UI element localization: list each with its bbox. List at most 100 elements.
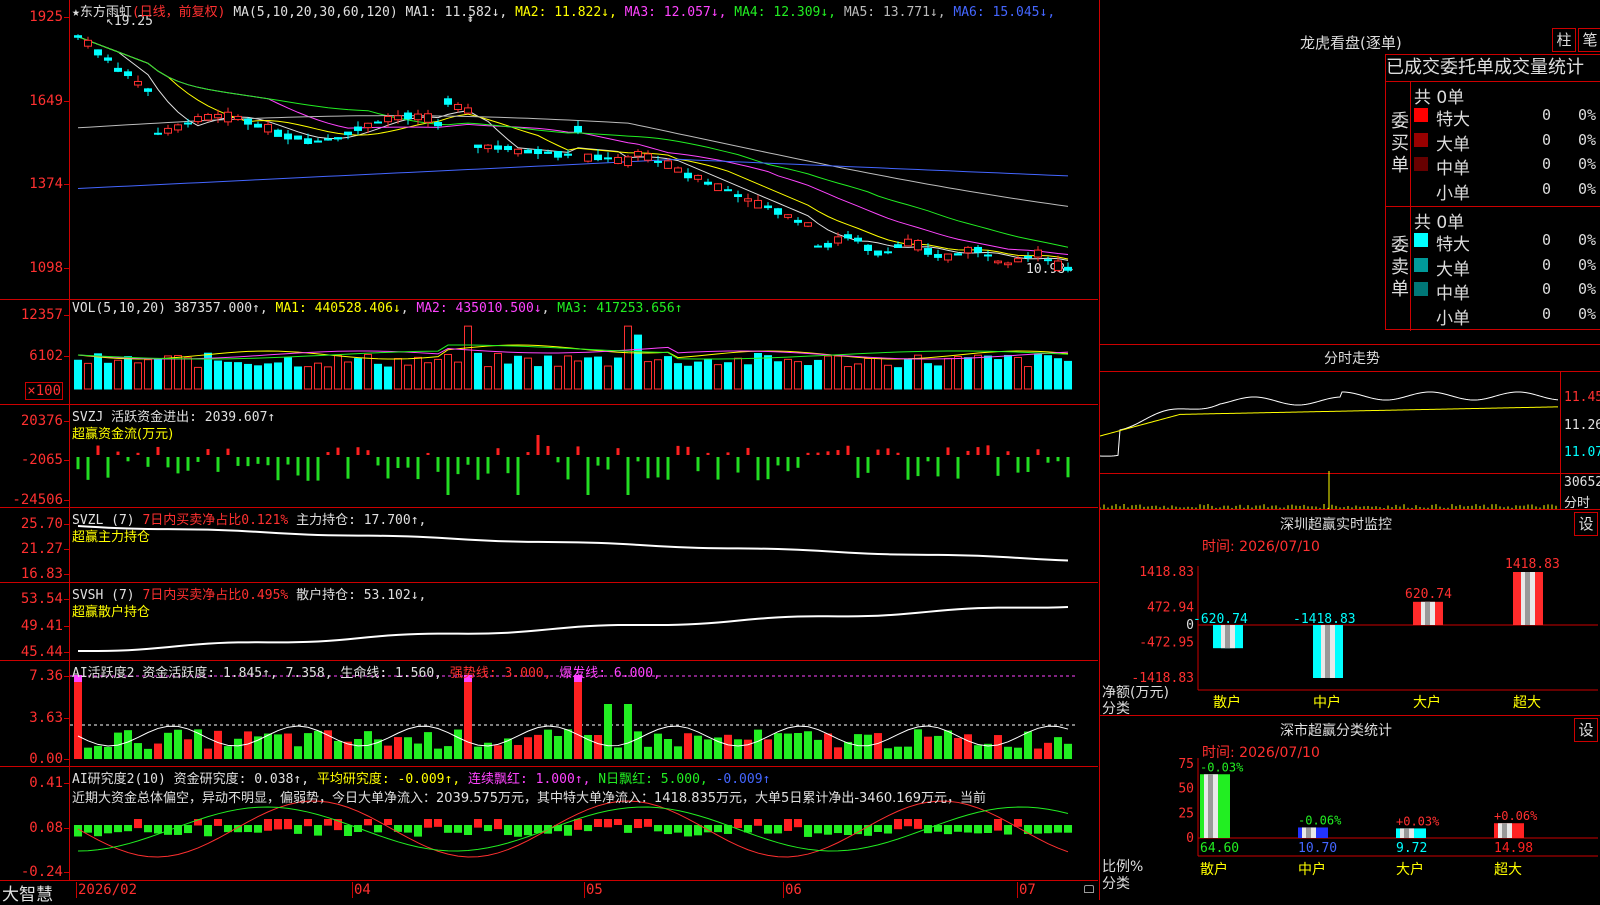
ai-research-pane[interactable]: 0.41 0.08 -0.24 AI研究度2(10) 资金研究度: 0.038↑…	[0, 767, 1098, 881]
buy-row: 小单 0 0%	[1410, 178, 1600, 204]
volume-bar	[994, 359, 1002, 390]
ai-active-ytick: 3.63	[29, 710, 69, 726]
classify-value-label: 9.72	[1396, 841, 1427, 856]
sell-count: 0	[1542, 304, 1552, 323]
candle	[104, 57, 112, 61]
volume-y-axis: 12357 6102 ×100	[0, 300, 70, 404]
classify-panel[interactable]: 深市超赢分类统计 设 时间: 2026/07/10 比例% 分类 75 50 25 0…	[1099, 716, 1600, 900]
candle	[1024, 255, 1032, 259]
classify-value-label: 10.70	[1298, 841, 1337, 856]
research-bar	[324, 819, 332, 826]
volume-bar	[634, 334, 642, 390]
classify-chart[interactable]: 75 50 25 0 -0.03% 64.60 散户 -0.06% 10.70 中户 +0.03% 9…	[1100, 716, 1600, 900]
candle	[154, 132, 162, 135]
sell-count: 0	[1542, 231, 1552, 249]
volume-bar	[594, 356, 602, 390]
fund-flow-bar	[426, 452, 430, 455]
stock-title[interactable]: ★东方雨虹	[72, 5, 132, 20]
volume-bar	[964, 357, 972, 390]
vol-ma3: MA3: 417253.656↑	[557, 301, 683, 316]
classify-change-label: -0.06%	[1298, 813, 1342, 827]
candle	[464, 107, 472, 114]
candle	[834, 236, 842, 244]
monitor-bar-label: -620.74	[1193, 612, 1248, 627]
fund-flow-bar	[906, 457, 910, 480]
candle	[334, 137, 342, 140]
candle	[364, 122, 372, 129]
activity-bar	[134, 743, 142, 759]
volume-bar	[74, 359, 82, 390]
volume-pane[interactable]: 12357 6102 ×100 VOL(5,10,20) 387357.000↑…	[0, 300, 1098, 405]
monitor-bar-label: 1418.83	[1505, 557, 1560, 572]
candle	[604, 157, 612, 160]
x-axis-bar: 大智慧 2026/02 04 05 06 07	[0, 881, 1098, 905]
monitor-bar-shade	[1225, 625, 1230, 649]
monitor-panel[interactable]: 深圳超赢实时监控 设 时间: 2026/07/10 净额(万元) 分类 1418…	[1099, 510, 1600, 717]
activity-bar	[394, 737, 402, 759]
svzl-y-axis: 25.70 21.27 16.83	[0, 508, 70, 582]
research-bar	[664, 825, 672, 835]
classify-ytick: 0	[1186, 831, 1194, 846]
kline-pane[interactable]: 1925 1649 1374 1098 ★东方雨虹(日线，前复权) MA(5,1…	[0, 0, 1098, 300]
research-bar	[514, 825, 522, 837]
svzj-pane[interactable]: 20376 -2065 -24506 SVZJ 活跃资金进出: 2039.607…	[0, 405, 1098, 508]
activity-bar	[184, 739, 192, 759]
activity-bar	[474, 746, 482, 759]
candle	[614, 156, 622, 164]
activity-bar	[84, 747, 92, 759]
candle	[1034, 249, 1042, 258]
research-bar	[404, 825, 412, 833]
buy-side-label: 委买单	[1391, 111, 1409, 176]
volume-bar	[454, 361, 462, 390]
volume-header: VOL(5,10,20) 387357.000↑, MA1: 440528.40…	[72, 301, 683, 316]
research-bar	[734, 819, 742, 829]
monitor-chart[interactable]: 1418.83472.940-472.95-1418.83-620.74散户-1…	[1100, 510, 1600, 716]
volume-bar	[584, 357, 592, 390]
tick-mode-button[interactable]: 笔	[1578, 28, 1600, 52]
fund-flow-bar	[776, 457, 780, 466]
activity-bar	[1014, 747, 1022, 759]
intraday-ytick: 11.26	[1564, 418, 1600, 433]
activity-bar	[524, 737, 532, 759]
volume-bar	[214, 360, 222, 390]
candle	[544, 151, 552, 154]
fund-flow-bar	[876, 449, 880, 455]
buy-swatch	[1414, 181, 1428, 196]
ai-active-pane[interactable]: 7.36 3.63 0.00 AI活跃度2 资金活跃度: 1.845↑, 7.3…	[0, 661, 1098, 767]
activity-bar	[454, 729, 462, 759]
volume-bar	[744, 364, 752, 390]
kline-mode[interactable]: (日线，前复权)	[132, 5, 226, 20]
volume-bar	[94, 353, 102, 390]
ai-research-lianxu: 连续飘红: 1.000↑,	[468, 772, 591, 787]
volume-bar	[244, 363, 252, 390]
research-bar	[714, 825, 722, 833]
fund-flow-bar	[866, 457, 870, 473]
volume-bar	[904, 358, 912, 390]
intraday-chart[interactable]	[1100, 371, 1560, 509]
vol-unit: ×100	[25, 382, 63, 400]
monitor-bar	[1213, 625, 1243, 649]
bar-mode-button[interactable]: 柱	[1552, 28, 1576, 52]
monitor-category-label: 超大	[1513, 695, 1541, 711]
lock-icon[interactable]	[1084, 885, 1094, 893]
ai-research-ytick: 0.08	[29, 820, 69, 836]
volume-bar	[1064, 360, 1072, 390]
svsh-pane[interactable]: 53.54 49.41 45.44 SVSH (7) 7日内买卖净占比0.495…	[0, 583, 1098, 661]
volume-bar	[754, 352, 762, 390]
ma-value-4: MA4: 12.309↓,	[726, 5, 836, 20]
ma-line-3	[77, 36, 1069, 255]
fund-flow-bar	[1036, 449, 1040, 455]
activity-bar	[884, 748, 892, 759]
candle	[644, 153, 652, 161]
buy-count: 0	[1542, 155, 1552, 173]
volume-bar	[114, 359, 122, 390]
sell-row: 中单 0 0%	[1410, 278, 1600, 304]
fund-flow-bar	[496, 448, 500, 455]
research-bar	[854, 825, 862, 835]
kline-chart[interactable]	[70, 0, 1097, 299]
activity-bar	[354, 738, 362, 759]
research-bar	[384, 819, 392, 826]
intraday-panel[interactable]: 分时走势 11.45 11.26 11.07 30652 分时	[1099, 345, 1600, 511]
svzl-pane[interactable]: 25.70 21.27 16.83 SVZL (7) 7日内买卖净占比0.121…	[0, 508, 1098, 583]
monitor-bar-shade	[1325, 625, 1330, 678]
